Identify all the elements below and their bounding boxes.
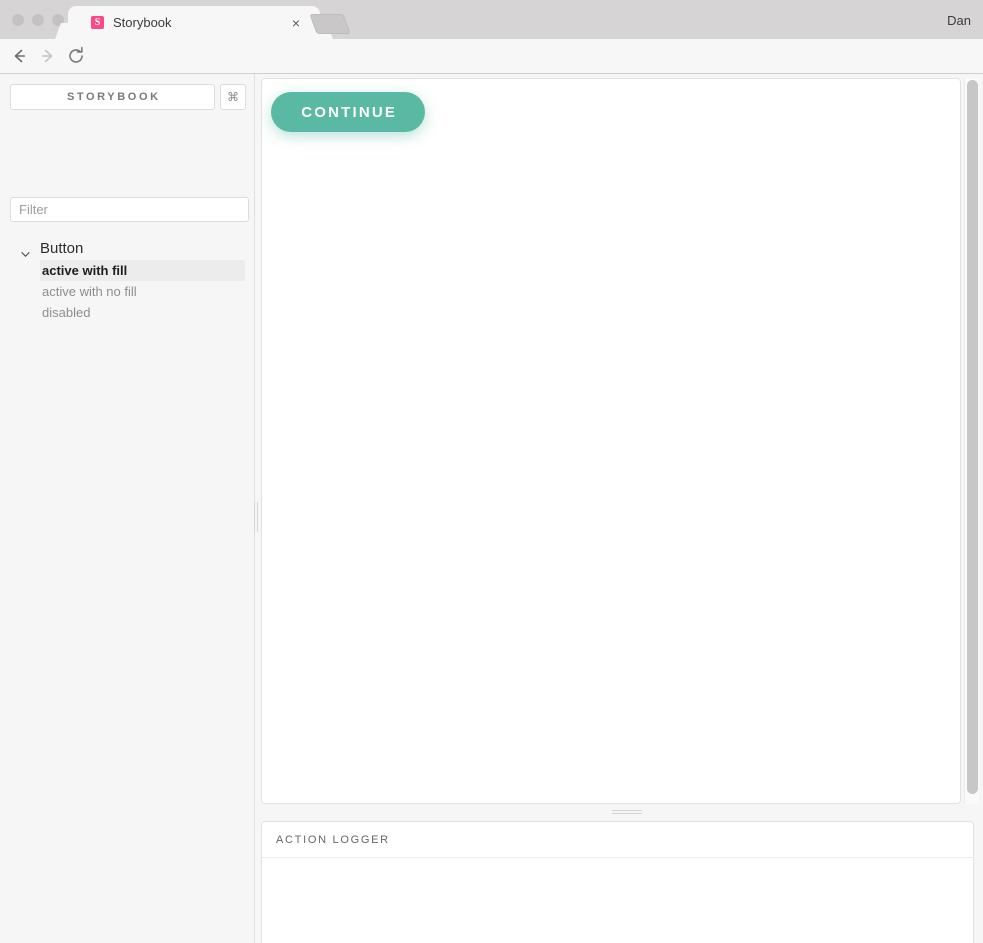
- sidebar-header: STORYBOOK ⌘: [10, 84, 246, 110]
- story-item-active-with-no-fill[interactable]: active with no fill: [40, 281, 245, 302]
- tree-kind-label: Button: [40, 240, 84, 257]
- storybook-favicon-icon: S: [91, 16, 104, 29]
- storybook-app: STORYBOOK ⌘ Button active with fill acti…: [0, 74, 983, 943]
- shortcuts-button[interactable]: ⌘: [220, 84, 246, 110]
- window-controls: [12, 14, 64, 26]
- window-close-button[interactable]: [12, 14, 24, 26]
- panel-resize-handle[interactable]: [612, 808, 642, 815]
- tree-kind-button[interactable]: Button: [0, 238, 255, 260]
- preview-scrollbar[interactable]: [964, 78, 979, 804]
- reload-icon[interactable]: [65, 45, 87, 67]
- browser-toolbar: localhost:9001/?selectedKind=Button&sele…: [0, 39, 983, 107]
- addon-panel: ACTION LOGGER CLEAR: [261, 821, 974, 943]
- story-preview: CONTINUE: [261, 78, 961, 804]
- browser-tab-storybook[interactable]: S Storybook ×: [68, 6, 320, 39]
- tab-action-logger[interactable]: ACTION LOGGER: [276, 833, 390, 847]
- storybook-logo-button[interactable]: STORYBOOK: [10, 84, 215, 110]
- close-icon[interactable]: ×: [288, 15, 304, 31]
- preview-scrollbar-thumb[interactable]: [967, 80, 978, 794]
- tab-title: Storybook: [113, 15, 172, 30]
- profile-name[interactable]: Dan: [947, 13, 971, 29]
- filter-input[interactable]: [10, 197, 249, 222]
- chevron-down-icon[interactable]: [21, 244, 30, 257]
- back-arrow-icon[interactable]: [8, 45, 30, 67]
- action-logger-content: CLEAR: [262, 858, 973, 943]
- window-minimize-button[interactable]: [32, 14, 44, 26]
- browser-window: S Storybook × Dan STORYBOOK ⌘ Filter But…: [0, 0, 983, 943]
- continue-button[interactable]: CONTINUE: [271, 92, 426, 132]
- story-preview-canvas: CONTINUE: [261, 78, 961, 804]
- story-tree: Button active with fill active with no f…: [0, 238, 255, 323]
- new-tab-button[interactable]: [309, 14, 351, 34]
- browser-tab-bar: S Storybook × Dan: [0, 0, 983, 39]
- storybook-sidebar: STORYBOOK ⌘ Button active with fill acti…: [0, 74, 255, 943]
- forward-arrow-icon[interactable]: [37, 45, 59, 67]
- sidebar-resize-handle[interactable]: [252, 502, 259, 532]
- story-item-disabled[interactable]: disabled: [40, 302, 245, 323]
- story-item-active-with-fill[interactable]: active with fill: [40, 260, 245, 281]
- addon-tab-bar: ACTION LOGGER: [262, 822, 973, 858]
